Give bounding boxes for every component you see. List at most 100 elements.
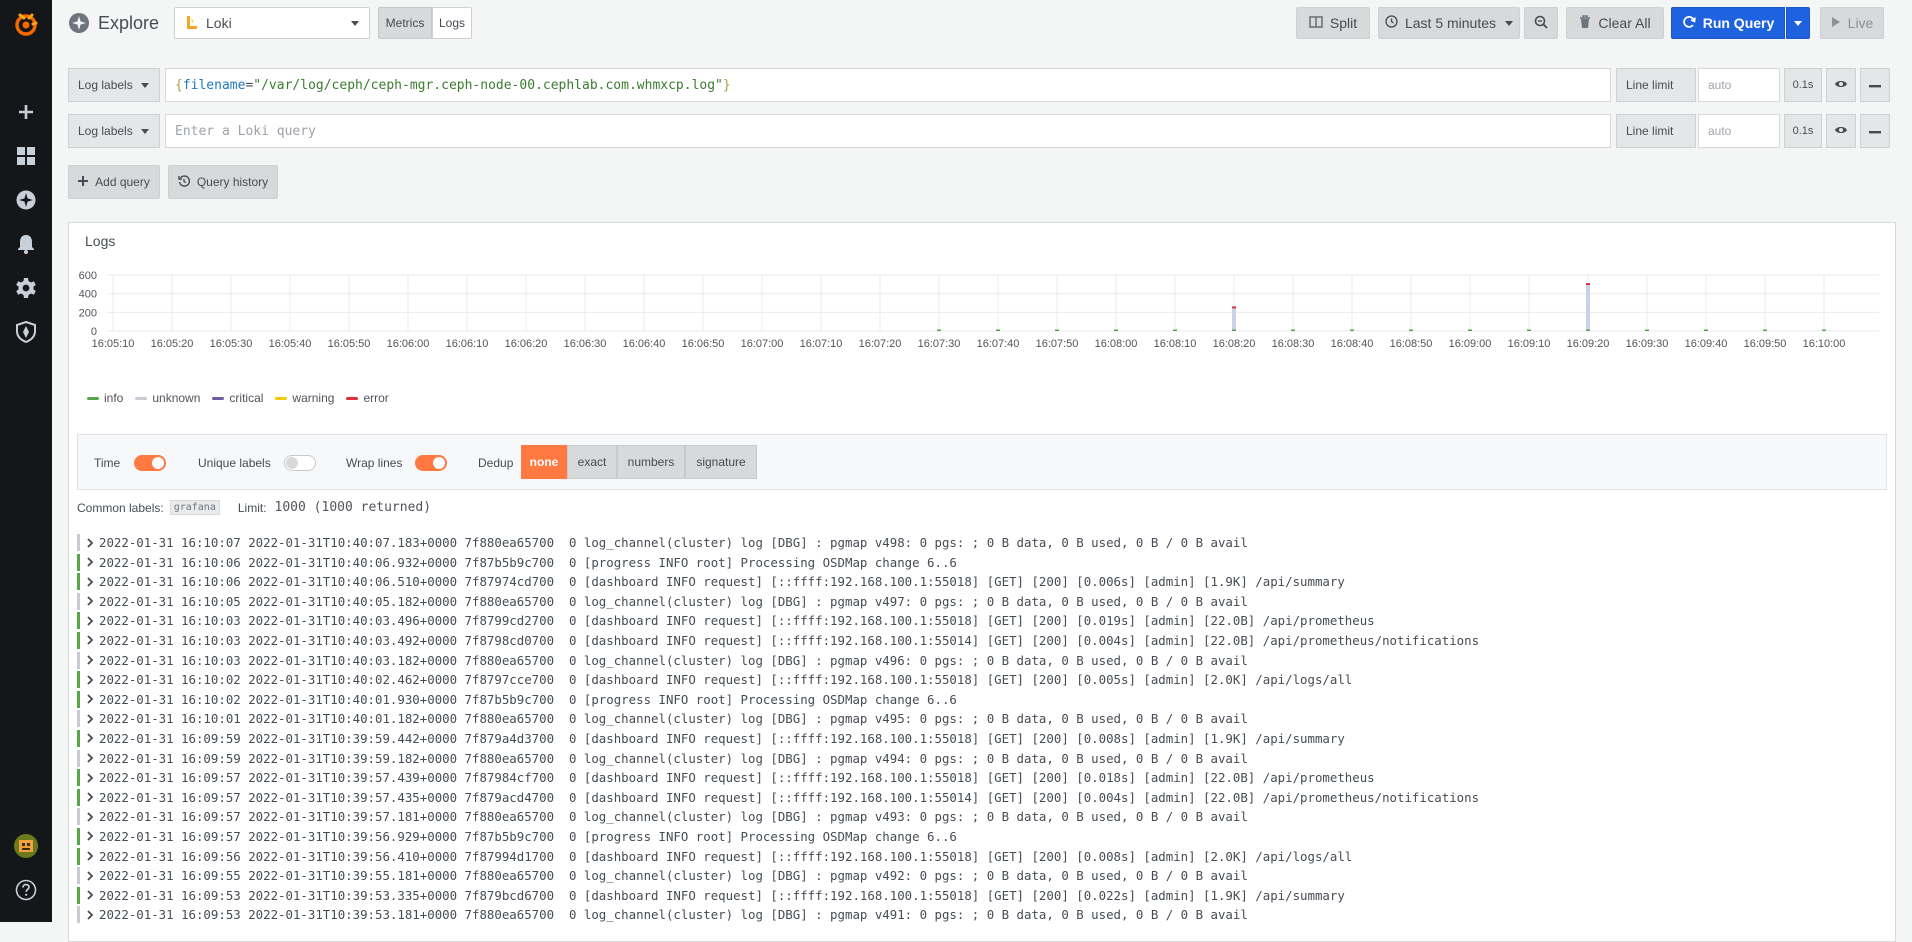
- shield-icon[interactable]: [0, 314, 52, 350]
- x-tick-label: 16:07:50: [1036, 338, 1079, 350]
- log-row[interactable]: 2022-01-31 16:10:07 2022-01-31T10:40:07.…: [77, 533, 1887, 553]
- dedup-numbers[interactable]: numbers: [617, 445, 685, 479]
- dedup-none[interactable]: none: [521, 445, 567, 479]
- log-row[interactable]: 2022-01-31 16:10:03 2022-01-31T10:40:03.…: [77, 611, 1887, 631]
- dedup-exact[interactable]: exact: [567, 445, 617, 479]
- chevron-right-icon[interactable]: [83, 631, 97, 650]
- add-query-button[interactable]: Add query: [68, 165, 160, 199]
- query-input[interactable]: Enter a Loki query: [165, 114, 1611, 148]
- chevron-right-icon[interactable]: [83, 729, 97, 748]
- wrap-lines-toggle[interactable]: [415, 455, 447, 471]
- log-level-indicator: [77, 592, 80, 610]
- plus-icon[interactable]: [0, 94, 52, 130]
- run-query-options-button[interactable]: [1786, 7, 1810, 39]
- log-row[interactable]: 2022-01-31 16:09:57 2022-01-31T10:39:57.…: [77, 768, 1887, 788]
- log-level-indicator: [77, 729, 80, 747]
- dashboards-icon[interactable]: [0, 138, 52, 174]
- log-row[interactable]: 2022-01-31 16:10:05 2022-01-31T10:40:05.…: [77, 592, 1887, 612]
- chevron-right-icon[interactable]: [83, 553, 97, 572]
- chevron-right-icon[interactable]: [83, 611, 97, 630]
- zoom-out-button[interactable]: [1524, 7, 1558, 39]
- minus-icon: [1869, 76, 1881, 94]
- log-labels-selector[interactable]: Log labels: [68, 68, 160, 102]
- split-button[interactable]: Split: [1296, 7, 1370, 39]
- dedup-signature[interactable]: signature: [685, 445, 757, 479]
- time-toggle[interactable]: [134, 455, 166, 471]
- toggle-visibility-button[interactable]: [1826, 68, 1856, 102]
- log-row[interactable]: 2022-01-31 16:10:02 2022-01-31T10:40:02.…: [77, 670, 1887, 690]
- line-limit-input[interactable]: auto: [1698, 114, 1780, 148]
- log-level-indicator: [77, 710, 80, 728]
- live-label: Live: [1847, 15, 1874, 31]
- log-row[interactable]: 2022-01-31 16:09:57 2022-01-31T10:39:57.…: [77, 807, 1887, 827]
- bar-error: [1232, 306, 1236, 309]
- log-labels-selector[interactable]: Log labels: [68, 114, 160, 148]
- log-row[interactable]: 2022-01-31 16:10:01 2022-01-31T10:40:01.…: [77, 709, 1887, 729]
- query-history-button[interactable]: Query history: [168, 165, 278, 199]
- log-row[interactable]: 2022-01-31 16:10:03 2022-01-31T10:40:03.…: [77, 631, 1887, 651]
- log-row[interactable]: 2022-01-31 16:09:59 2022-01-31T10:39:59.…: [77, 729, 1887, 749]
- log-row[interactable]: 2022-01-31 16:10:06 2022-01-31T10:40:06.…: [77, 553, 1887, 573]
- run-query-button[interactable]: Run Query: [1671, 7, 1785, 39]
- mode-metrics[interactable]: Metrics: [378, 7, 432, 39]
- time-picker[interactable]: Last 5 minutes: [1378, 7, 1520, 39]
- chevron-right-icon[interactable]: [83, 709, 97, 728]
- x-tick-label: 16:09:10: [1508, 338, 1551, 350]
- log-row[interactable]: 2022-01-31 16:09:53 2022-01-31T10:39:53.…: [77, 886, 1887, 906]
- remove-query-button[interactable]: [1860, 68, 1890, 102]
- x-tick-label: 16:08:30: [1272, 338, 1315, 350]
- log-row[interactable]: 2022-01-31 16:09:59 2022-01-31T10:39:59.…: [77, 749, 1887, 769]
- gear-icon[interactable]: [0, 270, 52, 306]
- chevron-right-icon[interactable]: [83, 592, 97, 611]
- split-label: Split: [1329, 15, 1358, 31]
- live-button[interactable]: Live: [1820, 7, 1884, 39]
- log-row[interactable]: 2022-01-31 16:09:57 2022-01-31T10:39:57.…: [77, 788, 1887, 808]
- log-row[interactable]: 2022-01-31 16:10:06 2022-01-31T10:40:06.…: [77, 572, 1887, 592]
- unique-labels-toggle[interactable]: [284, 455, 316, 471]
- history-icon: [178, 174, 190, 190]
- chevron-right-icon[interactable]: [83, 651, 97, 670]
- bar-info: [1704, 329, 1708, 331]
- chevron-right-icon[interactable]: [83, 533, 97, 552]
- mode-logs[interactable]: Logs: [432, 7, 472, 39]
- toggle-visibility-button[interactable]: [1826, 114, 1856, 148]
- log-row[interactable]: 2022-01-31 16:09:57 2022-01-31T10:39:56.…: [77, 827, 1887, 847]
- log-row[interactable]: 2022-01-31 16:10:03 2022-01-31T10:40:03.…: [77, 651, 1887, 671]
- chevron-right-icon[interactable]: [83, 768, 97, 787]
- chevron-right-icon[interactable]: [83, 690, 97, 709]
- chevron-right-icon[interactable]: [83, 788, 97, 807]
- clear-all-button[interactable]: Clear All: [1566, 7, 1664, 39]
- chevron-right-icon[interactable]: [83, 572, 97, 591]
- chevron-right-icon[interactable]: [83, 807, 97, 826]
- chevron-right-icon[interactable]: [83, 905, 97, 924]
- line-limit-input[interactable]: auto: [1698, 68, 1780, 102]
- legend-item-unknown[interactable]: unknown: [135, 391, 200, 405]
- log-row[interactable]: 2022-01-31 16:09:56 2022-01-31T10:39:56.…: [77, 847, 1887, 867]
- chevron-right-icon[interactable]: [83, 827, 97, 846]
- legend-item-info[interactable]: info: [87, 391, 123, 405]
- logs-volume-chart: 600 400 200 016:05:10 16:05:20 16:05:30 16:05:…: [79, 270, 1879, 350]
- log-row[interactable]: 2022-01-31 16:10:02 2022-01-31T10:40:01.…: [77, 690, 1887, 710]
- datasource-picker[interactable]: Loki: [174, 7, 370, 39]
- help-icon[interactable]: [0, 872, 52, 908]
- chevron-right-icon[interactable]: [83, 749, 97, 768]
- legend-item-warning[interactable]: warning: [275, 391, 334, 405]
- x-tick-label: 16:10:00: [1803, 338, 1846, 350]
- legend-item-critical[interactable]: critical: [212, 391, 263, 405]
- chevron-right-icon[interactable]: [83, 886, 97, 905]
- grafana-logo-icon[interactable]: [0, 4, 52, 44]
- avatar[interactable]: [0, 828, 52, 864]
- remove-query-button[interactable]: [1860, 114, 1890, 148]
- legend-item-error[interactable]: error: [346, 391, 389, 405]
- log-level-indicator: [77, 631, 80, 649]
- chevron-right-icon[interactable]: [83, 866, 97, 885]
- log-level-indicator: [77, 886, 80, 904]
- chevron-right-icon[interactable]: [83, 670, 97, 689]
- x-tick-label: 16:09:40: [1685, 338, 1728, 350]
- bell-icon[interactable]: [0, 226, 52, 262]
- explore-icon[interactable]: [0, 182, 52, 218]
- log-row[interactable]: 2022-01-31 16:09:55 2022-01-31T10:39:55.…: [77, 866, 1887, 886]
- chevron-right-icon[interactable]: [83, 847, 97, 866]
- log-message: 2022-01-31 16:09:53 2022-01-31T10:39:53.…: [99, 907, 1248, 923]
- query-input[interactable]: {filename = "/var/log/ceph/ceph-mgr.ceph-n…: [165, 68, 1611, 102]
